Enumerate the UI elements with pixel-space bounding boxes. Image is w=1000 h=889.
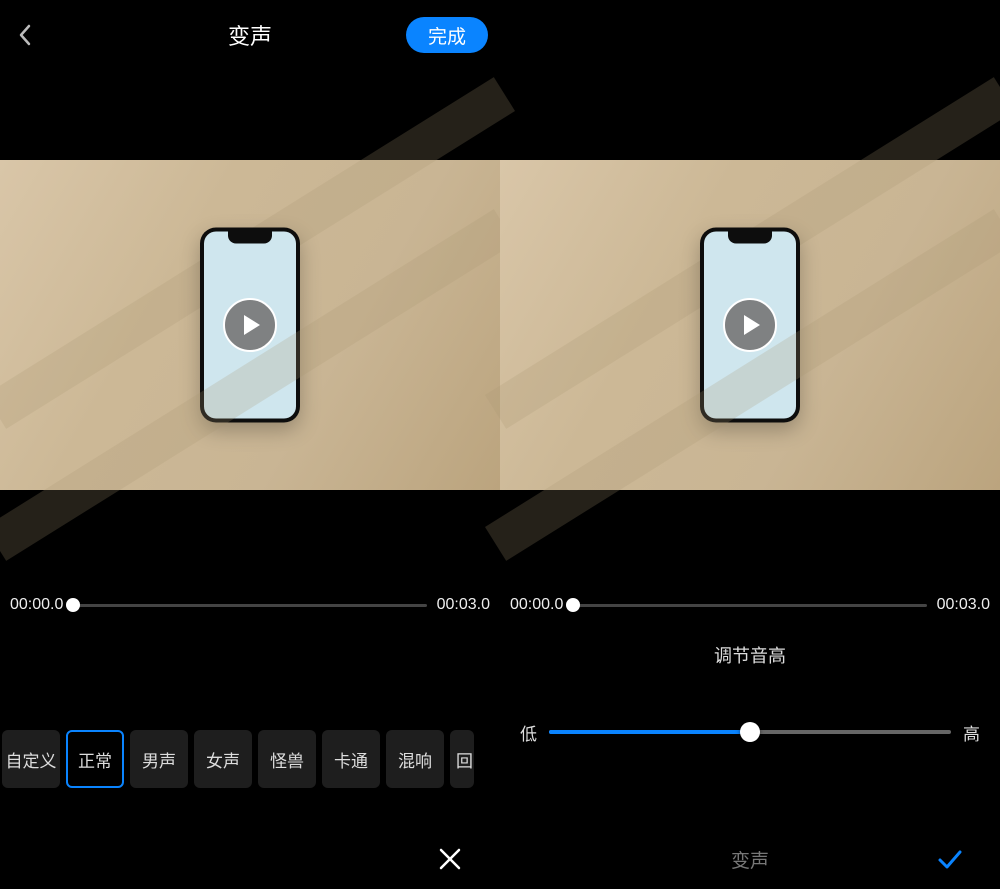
timeline-left: 00:00.0 00:03.0 — [10, 590, 490, 620]
confirm-button[interactable] — [930, 845, 970, 873]
effect-chip-female[interactable]: 女声 — [194, 730, 252, 788]
pitch-title: 调节音高 — [500, 642, 1000, 668]
bottom-bar-right: 变声 — [500, 829, 1000, 889]
timeline-track[interactable] — [573, 604, 926, 607]
right-pane: 00:00.0 00:03.0 调节音高 低 高 变声 — [500, 0, 1000, 889]
voice-effects-row: 自定义 正常 男声 女声 怪兽 卡通 混响 回 — [0, 730, 500, 788]
pitch-track[interactable] — [549, 730, 951, 734]
pitch-thumb[interactable] — [740, 722, 760, 742]
left-pane: 变声 完成 00:00.0 00:03.0 自定义 正常 男声 女声 怪兽 卡通… — [0, 0, 500, 889]
timeline-right: 00:00.0 00:03.0 — [510, 590, 990, 620]
timeline-end-time: 00:03.0 — [937, 596, 990, 614]
timeline-end-time: 00:03.0 — [437, 596, 490, 614]
timeline-thumb[interactable] — [566, 598, 580, 612]
cancel-button[interactable] — [430, 845, 470, 873]
pitch-high-label: 高 — [963, 720, 980, 745]
chevron-left-icon — [18, 24, 32, 46]
header: 变声 完成 — [0, 0, 500, 70]
play-button[interactable] — [723, 298, 777, 352]
effect-chip-cartoon[interactable]: 卡通 — [322, 730, 380, 788]
effect-chip-male[interactable]: 男声 — [130, 730, 188, 788]
timeline-thumb[interactable] — [66, 598, 80, 612]
timeline-start-time: 00:00.0 — [10, 596, 63, 614]
video-preview-left[interactable] — [0, 160, 500, 490]
back-button[interactable] — [18, 24, 32, 46]
effect-chip-normal[interactable]: 正常 — [66, 730, 124, 788]
pitch-slider: 低 高 — [520, 720, 980, 744]
effect-chip-monster[interactable]: 怪兽 — [258, 730, 316, 788]
video-preview-right[interactable] — [500, 160, 1000, 490]
effect-chip-reverb[interactable]: 混响 — [386, 730, 444, 788]
play-button[interactable] — [223, 298, 277, 352]
effect-chip-echo[interactable]: 回 — [450, 730, 474, 788]
timeline-start-time: 00:00.0 — [510, 596, 563, 614]
close-icon — [436, 845, 464, 873]
pitch-fill — [549, 730, 750, 734]
bottom-bar-title: 变声 — [570, 846, 930, 873]
effect-chip-custom[interactable]: 自定义 — [2, 730, 60, 788]
done-button[interactable]: 完成 — [406, 17, 488, 53]
bottom-bar-left — [0, 829, 500, 889]
check-icon — [936, 845, 964, 873]
header-right — [500, 0, 1000, 70]
pitch-low-label: 低 — [520, 720, 537, 745]
timeline-track[interactable] — [73, 604, 426, 607]
